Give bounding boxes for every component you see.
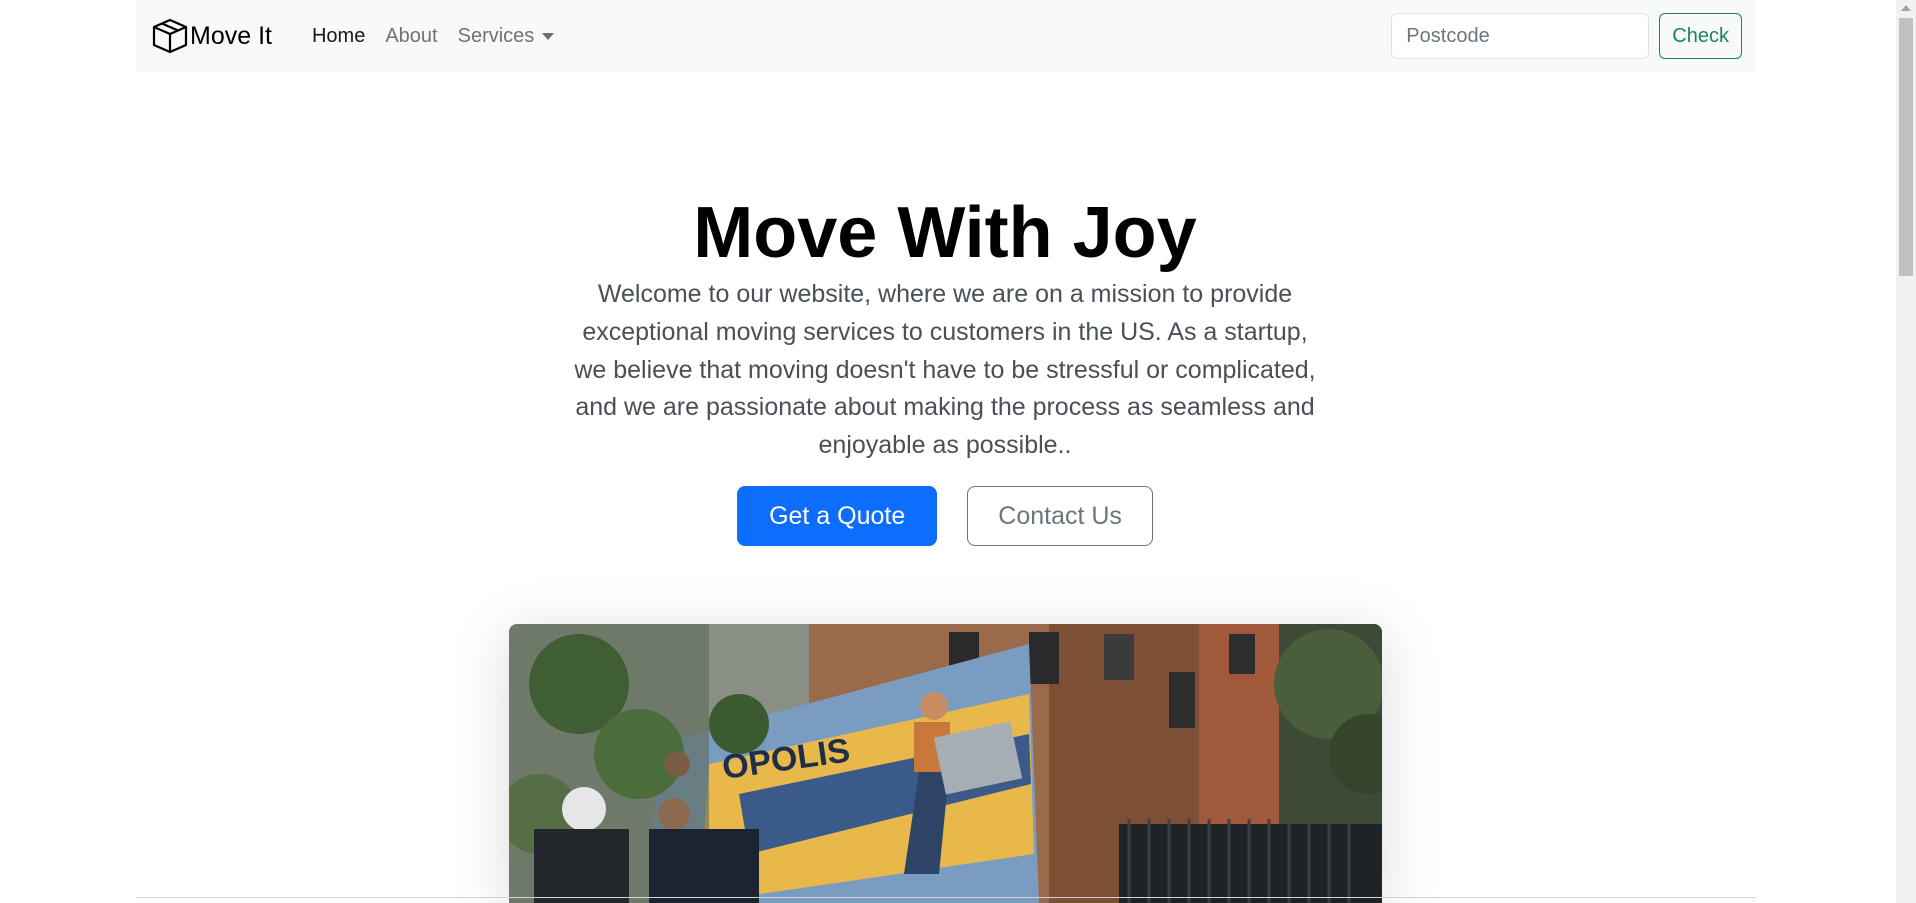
page: Move It Home About Services Check Move W…: [0, 0, 1916, 903]
nav-links: Home About Services: [302, 25, 564, 48]
nav-services-dropdown[interactable]: Services: [448, 25, 565, 48]
hero-section: Move With Joy Welcome to our website, wh…: [0, 190, 1890, 547]
check-button[interactable]: Check: [1659, 13, 1742, 59]
get-quote-button[interactable]: Get a Quote: [737, 486, 938, 547]
hero-title: Move With Joy: [693, 193, 1197, 273]
scroll-up-arrow-icon[interactable]: [1901, 5, 1911, 11]
nav-about-link[interactable]: About: [375, 25, 447, 48]
box-icon: [150, 16, 190, 56]
scroll-thumb[interactable]: [1899, 18, 1913, 276]
navbar: Move It Home About Services Check: [136, 0, 1756, 72]
brand-name: Move It: [190, 21, 272, 50]
brand-link[interactable]: Move It: [150, 16, 272, 56]
section-divider: [136, 897, 1756, 898]
vertical-scrollbar[interactable]: [1896, 0, 1916, 903]
postcode-form: Check: [1391, 13, 1742, 59]
nav-home-link[interactable]: Home: [302, 25, 375, 48]
contact-us-button[interactable]: Contact Us: [967, 486, 1153, 547]
postcode-input[interactable]: [1391, 13, 1650, 59]
hero-buttons: Get a Quote Contact Us: [0, 486, 1890, 547]
caret-down-icon: [542, 32, 555, 40]
nav-services-label: Services: [457, 24, 535, 47]
moving-truck-image: OPOLIS: [509, 624, 1382, 903]
hero-lead: Welcome to our website, where we are on …: [574, 280, 1316, 459]
